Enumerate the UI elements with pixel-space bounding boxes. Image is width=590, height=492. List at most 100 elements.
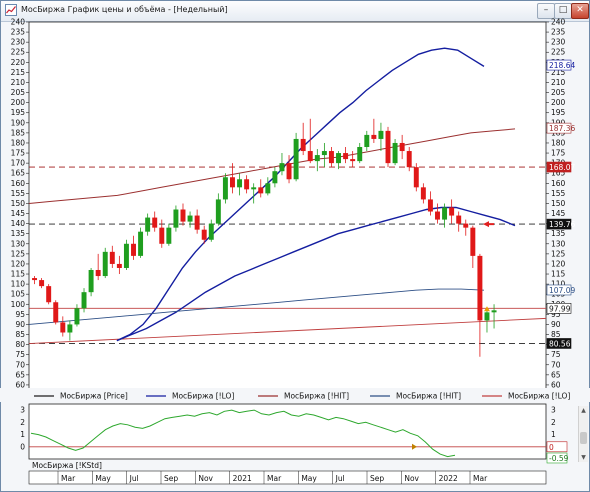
candle-body: [123, 243, 129, 268]
y-tick-label: 190: [11, 118, 26, 127]
legend-entry: МосБиржа [!HIT]: [284, 392, 349, 401]
y-tick-label: 85: [15, 330, 25, 339]
y-tick-label: 220: [11, 58, 26, 67]
y-tick-label-right: 160: [551, 179, 566, 188]
x-tick-label: 2021: [233, 474, 252, 483]
candle-body: [152, 217, 158, 228]
scroll-up-icon[interactable]: ▲: [580, 407, 587, 414]
oscillator-label: МосБиржа [!KStd]: [32, 461, 102, 470]
candle-body: [46, 286, 52, 303]
y-tick-label: 170: [11, 159, 26, 168]
main-plot-area[interactable]: [28, 21, 547, 396]
x-tick-label: Mar: [473, 474, 488, 483]
candle-body: [258, 187, 264, 194]
y-tick-label: 120: [11, 259, 26, 268]
x-tick-label: Nov: [404, 474, 419, 483]
osc-value-label: -0.59: [549, 454, 569, 463]
osc-tick-label-right: 2: [551, 418, 556, 427]
y-tick-label: 210: [11, 78, 26, 87]
y-tick-label: 235: [11, 28, 26, 37]
y-tick-label: 95: [15, 310, 25, 319]
candle-body: [173, 209, 179, 228]
candle-body: [484, 312, 490, 321]
y-tick-label: 225: [11, 48, 26, 57]
y-tick-label-right: 150: [551, 199, 566, 208]
y-tick-label-right: 235: [551, 28, 566, 37]
candle-body: [74, 308, 80, 325]
value-label: 168.07: [549, 163, 575, 172]
candle-body: [371, 134, 377, 139]
x-tick-label: Jul: [129, 474, 139, 483]
x-tick-label: 2022: [439, 474, 458, 483]
y-tick-label: 230: [11, 38, 26, 47]
candle-body: [39, 280, 45, 287]
candle-body: [350, 159, 356, 162]
value-label: 218.64: [549, 61, 575, 70]
y-tick-label-right: 70: [551, 360, 561, 369]
candle-body: [456, 215, 462, 224]
y-tick-label: 70: [15, 360, 25, 369]
y-tick-label-right: 210: [551, 78, 566, 87]
candle-body: [463, 223, 469, 228]
candle-body: [477, 255, 483, 321]
candle-body: [251, 187, 257, 190]
candle-body: [427, 199, 433, 212]
candle-body: [442, 207, 448, 220]
y-tick-label: 130: [11, 239, 26, 248]
candle-body: [145, 217, 151, 232]
y-tick-label-right: 155: [551, 189, 566, 198]
candle-body: [102, 251, 108, 277]
y-tick-label-right: 75: [551, 350, 561, 359]
osc-tick-label-right: 1: [551, 430, 556, 439]
y-tick-label-right: 205: [551, 88, 566, 97]
legend-entry: МосБиржа [!HIT]: [396, 392, 461, 401]
y-tick-label-right: 225: [551, 48, 566, 57]
candle-body: [293, 138, 299, 180]
y-tick-label: 140: [11, 219, 26, 228]
legend-entry: МосБиржа [Price]: [60, 392, 128, 401]
scroll-thumb[interactable]: [580, 432, 587, 444]
y-tick-label-right: 200: [551, 98, 566, 107]
oscillator-scrollbar[interactable]: ▲ ▼: [578, 406, 588, 462]
x-tick-label: Jul: [335, 474, 345, 483]
y-tick-label-right: 65: [551, 370, 561, 379]
osc-tick-label: 3: [20, 406, 25, 415]
y-tick-label-right: 175: [551, 149, 566, 158]
y-tick-label-right: 195: [551, 108, 566, 117]
candle-body: [343, 153, 349, 160]
y-tick-label: 135: [11, 229, 26, 238]
scroll-down-icon[interactable]: ▼: [580, 454, 587, 461]
y-tick-label-right: 230: [551, 38, 566, 47]
osc-tick-label: 2: [20, 418, 25, 427]
candle-body: [491, 310, 497, 313]
y-tick-label-right: 125: [551, 249, 566, 258]
y-tick-label: 150: [11, 199, 26, 208]
y-tick-label: 160: [11, 179, 26, 188]
price-chart[interactable]: 6065707580859095100105110115120125130135…: [0, 0, 590, 492]
y-tick-label-right: 85: [551, 330, 561, 339]
oscillator-panel[interactable]: [28, 403, 547, 460]
candle-body: [449, 207, 455, 216]
candle-body: [378, 130, 384, 139]
candle-body: [187, 215, 193, 222]
candle-body: [208, 223, 214, 240]
value-label: 80.56: [549, 339, 571, 348]
candle-body: [435, 211, 440, 220]
y-tick-label-right: 135: [551, 229, 566, 238]
candle-body: [406, 151, 412, 168]
candle-body: [81, 292, 87, 309]
left-axis: 6065707580859095100105110115120125130135…: [11, 18, 29, 389]
candle-body: [286, 163, 292, 180]
y-tick-label-right: 180: [551, 138, 566, 147]
candle-body: [314, 155, 320, 162]
candle-body: [364, 134, 370, 148]
y-tick-label: 80: [15, 340, 25, 349]
candle-body: [300, 138, 306, 152]
osc-tick-label: 1: [20, 430, 25, 439]
candle-body: [159, 227, 165, 244]
candle-body: [230, 177, 235, 188]
y-tick-label-right: 120: [551, 259, 566, 268]
candle-body: [116, 263, 122, 268]
candle-body: [60, 322, 66, 333]
y-tick-label: 240: [11, 18, 26, 27]
